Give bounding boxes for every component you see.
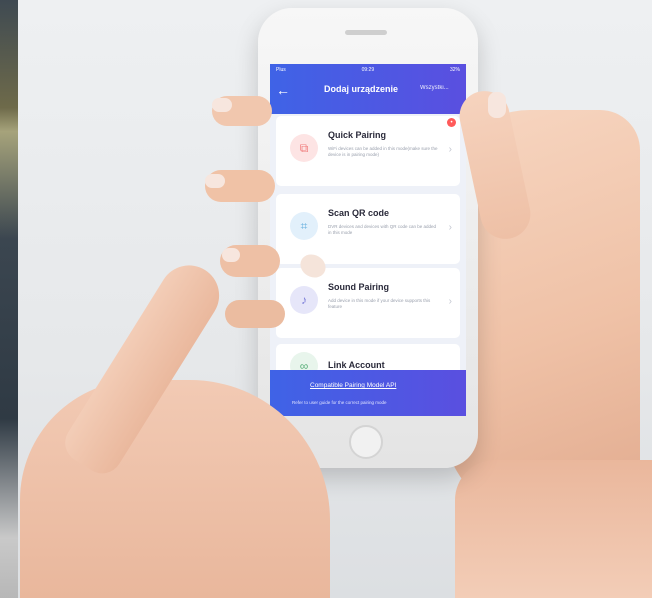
card-description: Add device in this mode if your device s…	[328, 298, 431, 309]
scan-qr-card[interactable]: ⌗ Scan QR code DVR devices and devices w…	[276, 194, 460, 264]
page-title: Dodaj urządzenie	[324, 84, 399, 94]
compatible-model-link[interactable]: Compatible Pairing Model API	[310, 382, 396, 389]
chevron-right-icon: ›	[448, 222, 452, 233]
sound-icon: ♪	[290, 286, 318, 314]
card-description: WiFi devices can be added in this mode(m…	[328, 146, 438, 157]
right-hand-wrist	[455, 460, 652, 598]
back-arrow-icon[interactable]: ←	[276, 82, 290, 98]
right-finger-4	[225, 300, 285, 328]
status-bar: Plus 09:29 32%	[276, 67, 460, 75]
chevron-right-icon: ›	[448, 296, 452, 307]
qr-scan-icon: ⌗	[290, 212, 318, 240]
quick-pair-icon: ⧉	[290, 134, 318, 162]
clock: 09:29	[361, 67, 375, 73]
quick-pairing-card[interactable]: ⧉ Quick Pairing WiFi devices can be adde…	[276, 116, 460, 186]
card-title: Link Account	[328, 360, 385, 370]
fingernail	[205, 174, 225, 188]
carrier-label: Plus	[276, 67, 286, 73]
fingernail	[212, 98, 232, 112]
battery-label: 32%	[449, 67, 460, 73]
footer-note: Refer to user guide for the correct pair…	[292, 400, 387, 405]
app-header: Plus 09:29 32% ← Dodaj urządzenie Wszyst…	[270, 64, 466, 114]
card-title: Quick Pairing	[328, 130, 387, 140]
card-title: Sound Pairing	[328, 282, 390, 292]
thumbnail-nail	[488, 92, 506, 118]
card-description: DVR devices and devices with QR code can…	[328, 224, 437, 235]
footer-bar: Compatible Pairing Model API Refer to us…	[270, 370, 466, 416]
all-devices-link[interactable]: Wszystki...	[420, 85, 449, 91]
sound-pairing-card[interactable]: ♪ Sound Pairing Add device in this mode …	[276, 268, 460, 338]
chevron-right-icon: ›	[448, 144, 452, 155]
home-button[interactable]	[349, 425, 383, 459]
notification-badge: •	[447, 118, 456, 127]
phone-speaker	[345, 30, 387, 35]
fingernail	[222, 248, 240, 262]
background-left-strip	[0, 0, 18, 598]
phone-screen: Plus 09:29 32% ← Dodaj urządzenie Wszyst…	[270, 64, 466, 416]
card-title: Scan QR code	[328, 208, 390, 218]
